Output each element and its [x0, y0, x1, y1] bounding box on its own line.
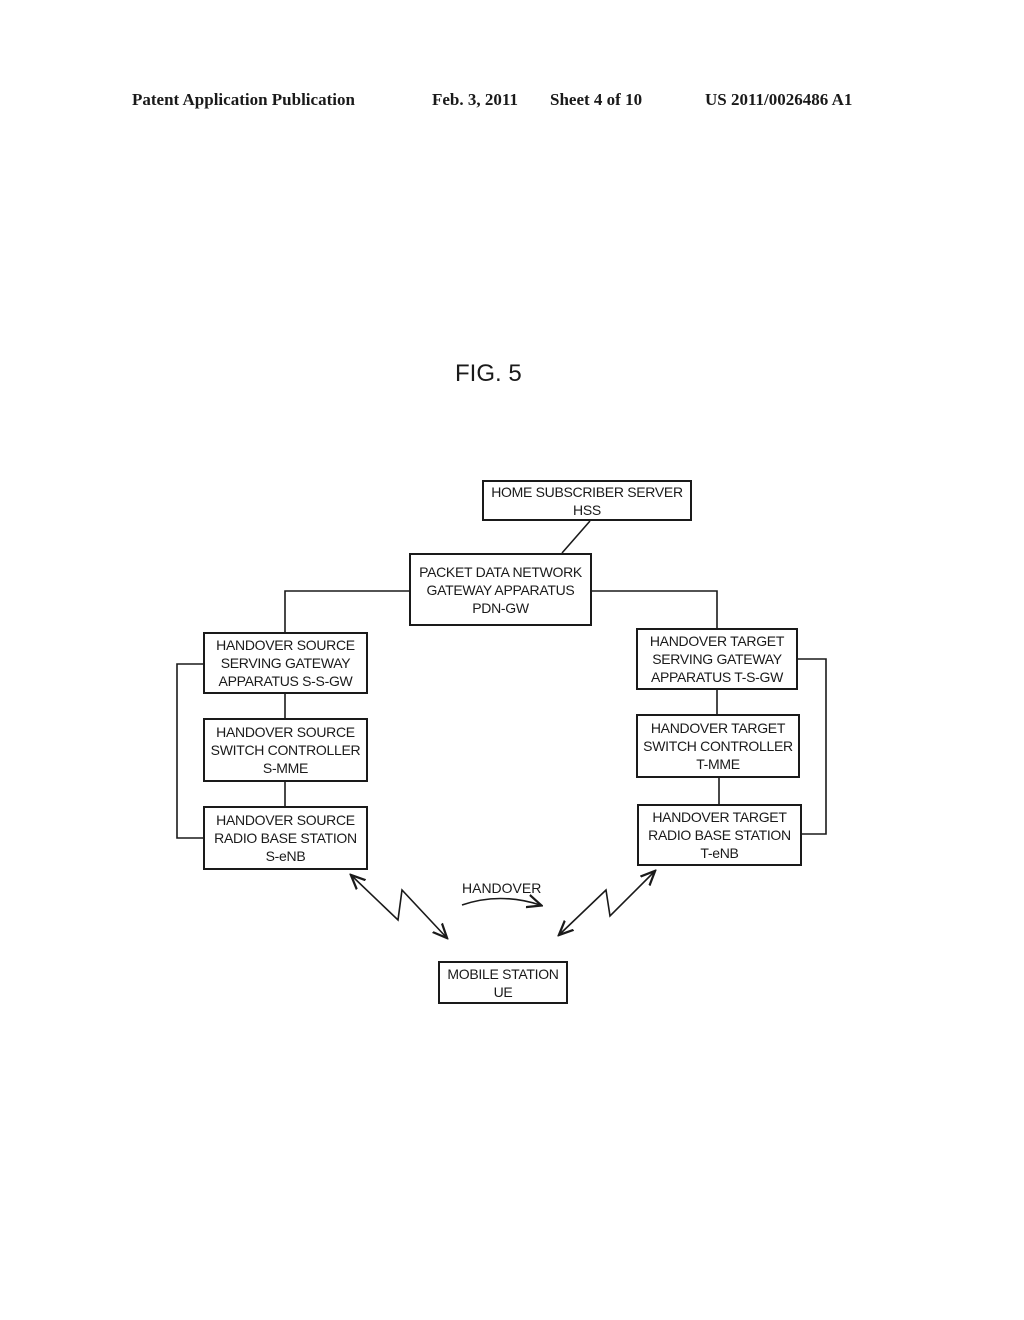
- node-label: APPARATUS T-S-GW: [650, 669, 784, 685]
- node-label: PACKET DATA NETWORK: [419, 563, 582, 580]
- target-radio-link: [560, 872, 654, 934]
- node-label: SWITCH CONTROLLER: [210, 742, 361, 758]
- node-label: HANDOVER TARGET: [652, 809, 787, 825]
- node-s-mme: HANDOVER SOURCE SWITCH CONTROLLER S-MME: [203, 718, 368, 782]
- node-t-enb: HANDOVER TARGET RADIO BASE STATION T-eNB: [637, 804, 802, 866]
- node-label: HANDOVER SOURCE: [216, 637, 355, 653]
- node-label: T-eNB: [700, 845, 739, 861]
- node-label: PDN-GW: [472, 599, 529, 616]
- node-label: S-eNB: [265, 848, 306, 864]
- handover-label: HANDOVER: [462, 880, 542, 896]
- node-label: SERVING GATEWAY: [220, 655, 351, 671]
- node-label: HANDOVER SOURCE: [216, 724, 355, 740]
- node-label: RADIO BASE STATION: [648, 827, 791, 843]
- node-label: HSS: [573, 501, 601, 518]
- node-label: S-MME: [262, 760, 309, 776]
- node-t-s-gw: HANDOVER TARGET SERVING GATEWAY APPARATU…: [636, 628, 798, 690]
- pdn-target-link: [592, 590, 718, 628]
- node-label: HOME SUBSCRIBER SERVER: [491, 483, 683, 500]
- node-hss: HOME SUBSCRIBER SERVER HSS: [482, 480, 692, 521]
- node-label: T-MME: [696, 756, 740, 772]
- handover-arrow: [461, 899, 540, 906]
- node-label: SWITCH CONTROLLER: [643, 738, 793, 754]
- node-label: HANDOVER TARGET: [649, 633, 785, 649]
- pdn-source-link: [284, 590, 410, 632]
- node-label: UE: [493, 983, 513, 1000]
- node-t-mme: HANDOVER TARGET SWITCH CONTROLLER T-MME: [636, 714, 800, 778]
- node-label: RADIO BASE STATION: [214, 830, 357, 846]
- connection-lines: [176, 520, 827, 1320]
- node-ue: MOBILE STATION UE: [438, 961, 568, 1004]
- node-label: MOBILE STATION: [447, 965, 559, 982]
- node-label: GATEWAY APPARATUS: [426, 581, 575, 598]
- node-label: SERVING GATEWAY: [652, 651, 782, 667]
- node-label: HANDOVER TARGET: [650, 720, 786, 736]
- node-s-s-gw: HANDOVER SOURCE SERVING GATEWAY APPARATU…: [203, 632, 368, 694]
- hss-pdn-link: [561, 520, 591, 554]
- source-radio-link: [352, 876, 446, 937]
- target-loop-link: [798, 658, 827, 835]
- node-s-enb: HANDOVER SOURCE RADIO BASE STATION S-eNB: [203, 806, 368, 870]
- node-label: APPARATUS S-S-GW: [218, 673, 353, 689]
- source-loop-link: [176, 663, 203, 839]
- node-pdn-gw: PACKET DATA NETWORK GATEWAY APPARATUS PD…: [409, 553, 592, 626]
- node-label: HANDOVER SOURCE: [216, 812, 355, 828]
